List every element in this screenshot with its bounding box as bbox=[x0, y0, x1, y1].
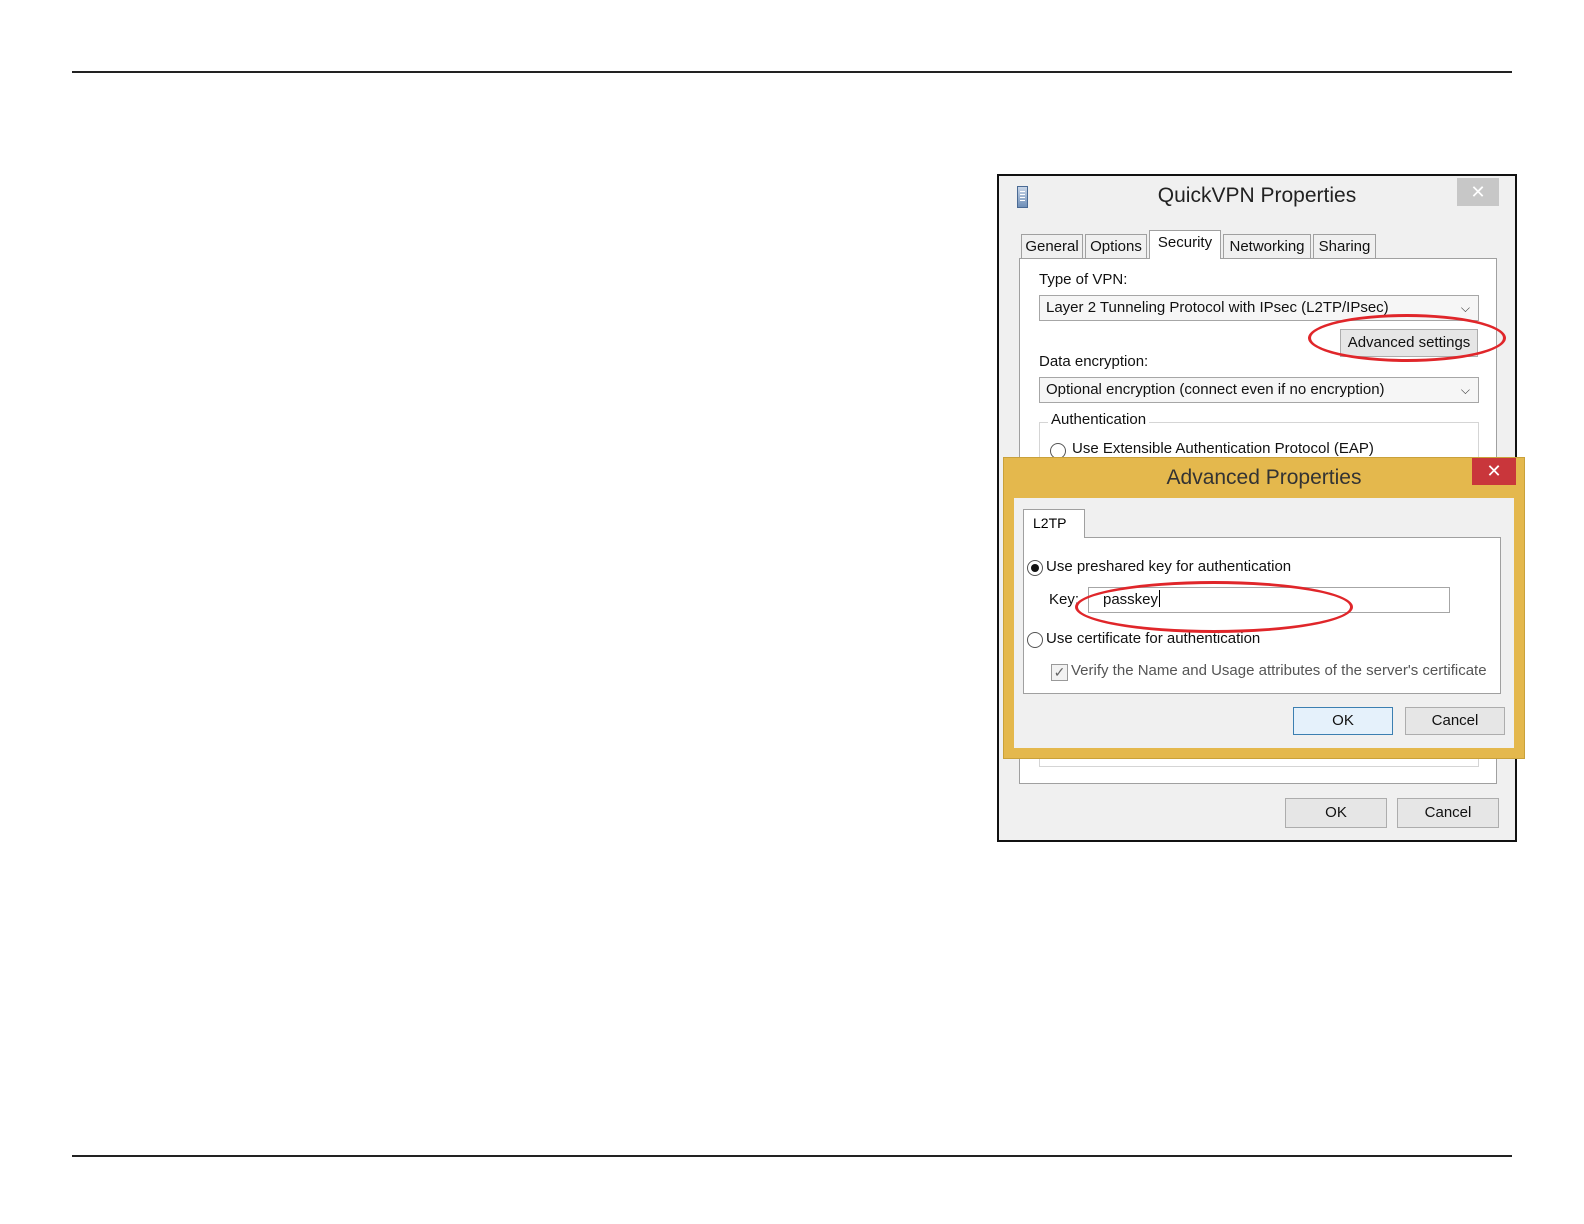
dialog-client-area: L2TP Use preshared key for authenticatio… bbox=[1014, 498, 1514, 748]
type-of-vpn-value: Layer 2 Tunneling Protocol with IPsec (L… bbox=[1046, 299, 1389, 316]
preshared-key-radio[interactable] bbox=[1027, 560, 1043, 576]
verify-checkbox[interactable]: ✓ bbox=[1051, 664, 1068, 681]
authentication-group-label: Authentication bbox=[1048, 411, 1150, 428]
type-of-vpn-label: Type of VPN: bbox=[1039, 271, 1128, 288]
tab-sharing[interactable]: Sharing bbox=[1313, 234, 1376, 258]
window-title: QuickVPN Properties bbox=[1157, 184, 1357, 207]
close-icon[interactable]: ✕ bbox=[1472, 458, 1516, 485]
key-input[interactable]: passkey bbox=[1088, 587, 1450, 613]
tab-options[interactable]: Options bbox=[1085, 234, 1147, 258]
bottom-rule bbox=[72, 1155, 1512, 1157]
l2tp-panel: Use preshared key for authentication Key… bbox=[1023, 537, 1501, 694]
key-value: passkey bbox=[1103, 591, 1159, 608]
tab-general[interactable]: General bbox=[1021, 234, 1083, 258]
tab-networking[interactable]: Networking bbox=[1223, 234, 1311, 258]
key-label: Key: bbox=[1049, 591, 1080, 608]
verify-label: Verify the Name and Usage attributes of … bbox=[1071, 662, 1487, 679]
cancel-button[interactable]: Cancel bbox=[1405, 707, 1505, 735]
titlebar: QuickVPN Properties ✕ bbox=[999, 176, 1515, 218]
ok-button[interactable]: OK bbox=[1293, 707, 1393, 735]
close-icon[interactable]: ✕ bbox=[1457, 178, 1499, 206]
chevron-down-icon: ⌵ bbox=[1460, 301, 1470, 315]
dialog-title: Advanced Properties bbox=[1166, 466, 1362, 489]
tab-security[interactable]: Security bbox=[1149, 230, 1221, 259]
certificate-radio[interactable] bbox=[1027, 632, 1043, 648]
text-caret bbox=[1159, 590, 1161, 607]
certificate-label: Use certificate for authentication bbox=[1046, 630, 1261, 647]
advanced-properties-dialog: Advanced Properties ✕ L2TP Use preshared… bbox=[1003, 457, 1525, 759]
tab-l2tp[interactable]: L2TP bbox=[1023, 509, 1085, 538]
data-encryption-value: Optional encryption (connect even if no … bbox=[1046, 381, 1385, 398]
preshared-key-label: Use preshared key for authentication bbox=[1046, 558, 1292, 575]
data-encryption-label: Data encryption: bbox=[1039, 353, 1149, 370]
type-of-vpn-select[interactable]: Layer 2 Tunneling Protocol with IPsec (L… bbox=[1039, 295, 1479, 321]
advanced-settings-button[interactable]: Advanced settings bbox=[1340, 329, 1478, 357]
top-rule bbox=[72, 71, 1512, 73]
eap-option-label: Use Extensible Authentication Protocol (… bbox=[1072, 440, 1374, 457]
chevron-down-icon: ⌵ bbox=[1460, 383, 1470, 397]
data-encryption-select[interactable]: Optional encryption (connect even if no … bbox=[1039, 377, 1479, 403]
cancel-button[interactable]: Cancel bbox=[1397, 798, 1499, 828]
ok-button[interactable]: OK bbox=[1285, 798, 1387, 828]
